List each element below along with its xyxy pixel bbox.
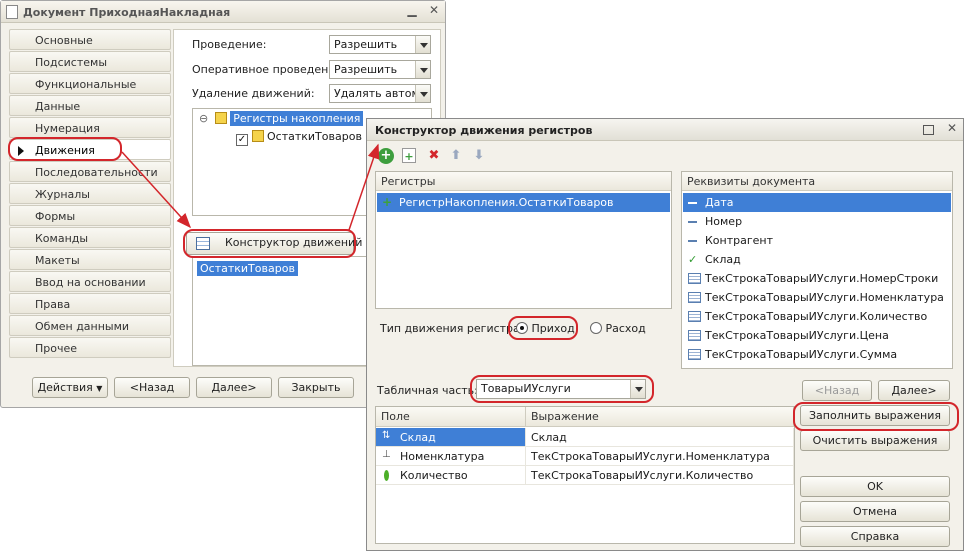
arrow-to-constructor xyxy=(121,151,192,229)
arrow-to-window xyxy=(348,143,380,231)
annotation-arrows xyxy=(121,143,380,231)
